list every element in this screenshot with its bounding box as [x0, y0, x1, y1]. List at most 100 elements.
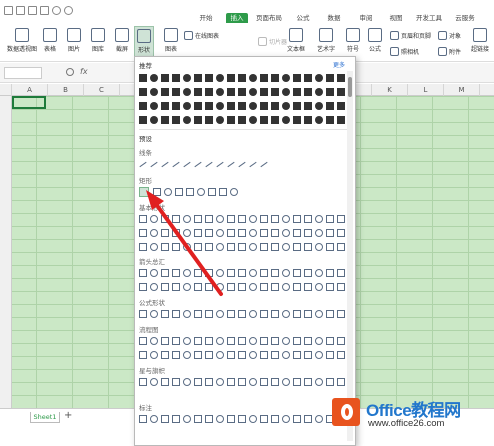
shape-option[interactable]: [161, 310, 169, 318]
shape-option[interactable]: [161, 161, 169, 167]
shape-option[interactable]: [172, 337, 180, 345]
shape-option[interactable]: [194, 116, 202, 124]
shape-option[interactable]: [150, 269, 158, 277]
save-icon[interactable]: [16, 6, 25, 15]
shape-option[interactable]: [150, 116, 158, 124]
shape-option[interactable]: [337, 116, 345, 124]
shape-option[interactable]: [216, 161, 224, 167]
shape-option[interactable]: [238, 88, 246, 96]
shape-option[interactable]: [282, 269, 290, 277]
shape-option[interactable]: [304, 351, 312, 359]
shape-option[interactable]: [304, 283, 312, 291]
shape-option[interactable]: [205, 351, 213, 359]
shape-option[interactable]: [249, 102, 257, 110]
shape-option[interactable]: [172, 378, 180, 386]
shape-option[interactable]: [282, 243, 290, 251]
shape-option[interactable]: [194, 243, 202, 251]
shape-option[interactable]: [205, 229, 213, 237]
shape-option[interactable]: [227, 269, 235, 277]
shape-option[interactable]: [326, 283, 334, 291]
shape-option[interactable]: [161, 337, 169, 345]
print-icon[interactable]: [28, 6, 37, 15]
shape-option[interactable]: [205, 283, 213, 291]
shape-option[interactable]: [216, 283, 224, 291]
shape-option[interactable]: [172, 243, 180, 251]
shape-option[interactable]: [183, 161, 191, 167]
shape-option[interactable]: [216, 310, 224, 318]
undo-icon[interactable]: [52, 6, 61, 15]
shape-option[interactable]: [260, 378, 268, 386]
menu-icon[interactable]: [4, 6, 13, 15]
shape-option[interactable]: [208, 188, 216, 196]
shape-option[interactable]: [172, 116, 180, 124]
shape-option[interactable]: [260, 351, 268, 359]
shape-option[interactable]: [161, 243, 169, 251]
shape-option[interactable]: [194, 378, 202, 386]
selected-cell[interactable]: [12, 96, 46, 109]
shape-option[interactable]: [183, 378, 191, 386]
shape-option[interactable]: [293, 310, 301, 318]
tab-view[interactable]: 视图: [386, 13, 406, 23]
shape-option[interactable]: [216, 351, 224, 359]
redo-icon[interactable]: [64, 6, 73, 15]
shape-option[interactable]: [260, 269, 268, 277]
shape-option[interactable]: [227, 74, 235, 82]
shape-option[interactable]: [172, 215, 180, 223]
chart-button[interactable]: 图表: [162, 26, 180, 60]
column-header-c[interactable]: C: [84, 84, 120, 96]
shape-option[interactable]: [205, 116, 213, 124]
column-header-m[interactable]: M: [444, 84, 480, 96]
shape-option[interactable]: [337, 378, 345, 386]
shape-option[interactable]: [150, 229, 158, 237]
shape-option[interactable]: [304, 229, 312, 237]
shape-option[interactable]: [227, 310, 235, 318]
shape-option[interactable]: [315, 378, 323, 386]
symbol-button[interactable]: 符号: [344, 26, 362, 60]
shape-option[interactable]: [139, 243, 147, 251]
shape-option[interactable]: [238, 351, 246, 359]
tab-data[interactable]: 数据: [324, 13, 344, 23]
shape-option[interactable]: [249, 269, 257, 277]
column-header-k[interactable]: K: [372, 84, 408, 96]
shape-option[interactable]: [249, 351, 257, 359]
shape-option[interactable]: [337, 351, 345, 359]
shape-option[interactable]: [139, 229, 147, 237]
shape-option[interactable]: [326, 116, 334, 124]
shape-option[interactable]: [304, 116, 312, 124]
shape-option[interactable]: [326, 337, 334, 345]
screenshot-button[interactable]: 截屏: [112, 26, 132, 60]
shape-option[interactable]: [249, 88, 257, 96]
shape-option[interactable]: [282, 229, 290, 237]
shape-option[interactable]: [238, 102, 246, 110]
shape-option[interactable]: [150, 88, 158, 96]
shape-option[interactable]: [326, 310, 334, 318]
shape-option[interactable]: [238, 337, 246, 345]
tab-developer[interactable]: 开发工具: [414, 13, 444, 23]
shape-option[interactable]: [282, 337, 290, 345]
shape-option[interactable]: [227, 378, 235, 386]
shape-option[interactable]: [139, 88, 147, 96]
shape-option[interactable]: [172, 102, 180, 110]
shape-option[interactable]: [304, 310, 312, 318]
shape-option[interactable]: [194, 415, 202, 423]
shape-option[interactable]: [260, 310, 268, 318]
shape-option[interactable]: [205, 337, 213, 345]
shape-option[interactable]: [315, 102, 323, 110]
shape-option[interactable]: [260, 116, 268, 124]
shape-option[interactable]: [293, 88, 301, 96]
shape-option[interactable]: [315, 88, 323, 96]
shape-option[interactable]: [227, 243, 235, 251]
shape-option[interactable]: [194, 310, 202, 318]
shape-option[interactable]: [249, 116, 257, 124]
shape-option[interactable]: [293, 116, 301, 124]
shape-option[interactable]: [260, 215, 268, 223]
picture-button[interactable]: 图片: [64, 26, 84, 60]
shape-option[interactable]: [216, 229, 224, 237]
shape-option[interactable]: [139, 116, 147, 124]
shape-option[interactable]: [293, 74, 301, 82]
column-header-a[interactable]: A: [12, 84, 48, 96]
shape-option[interactable]: [304, 215, 312, 223]
shape-option[interactable]: [315, 415, 323, 423]
preview-icon[interactable]: [40, 6, 49, 15]
shape-option[interactable]: [315, 116, 323, 124]
